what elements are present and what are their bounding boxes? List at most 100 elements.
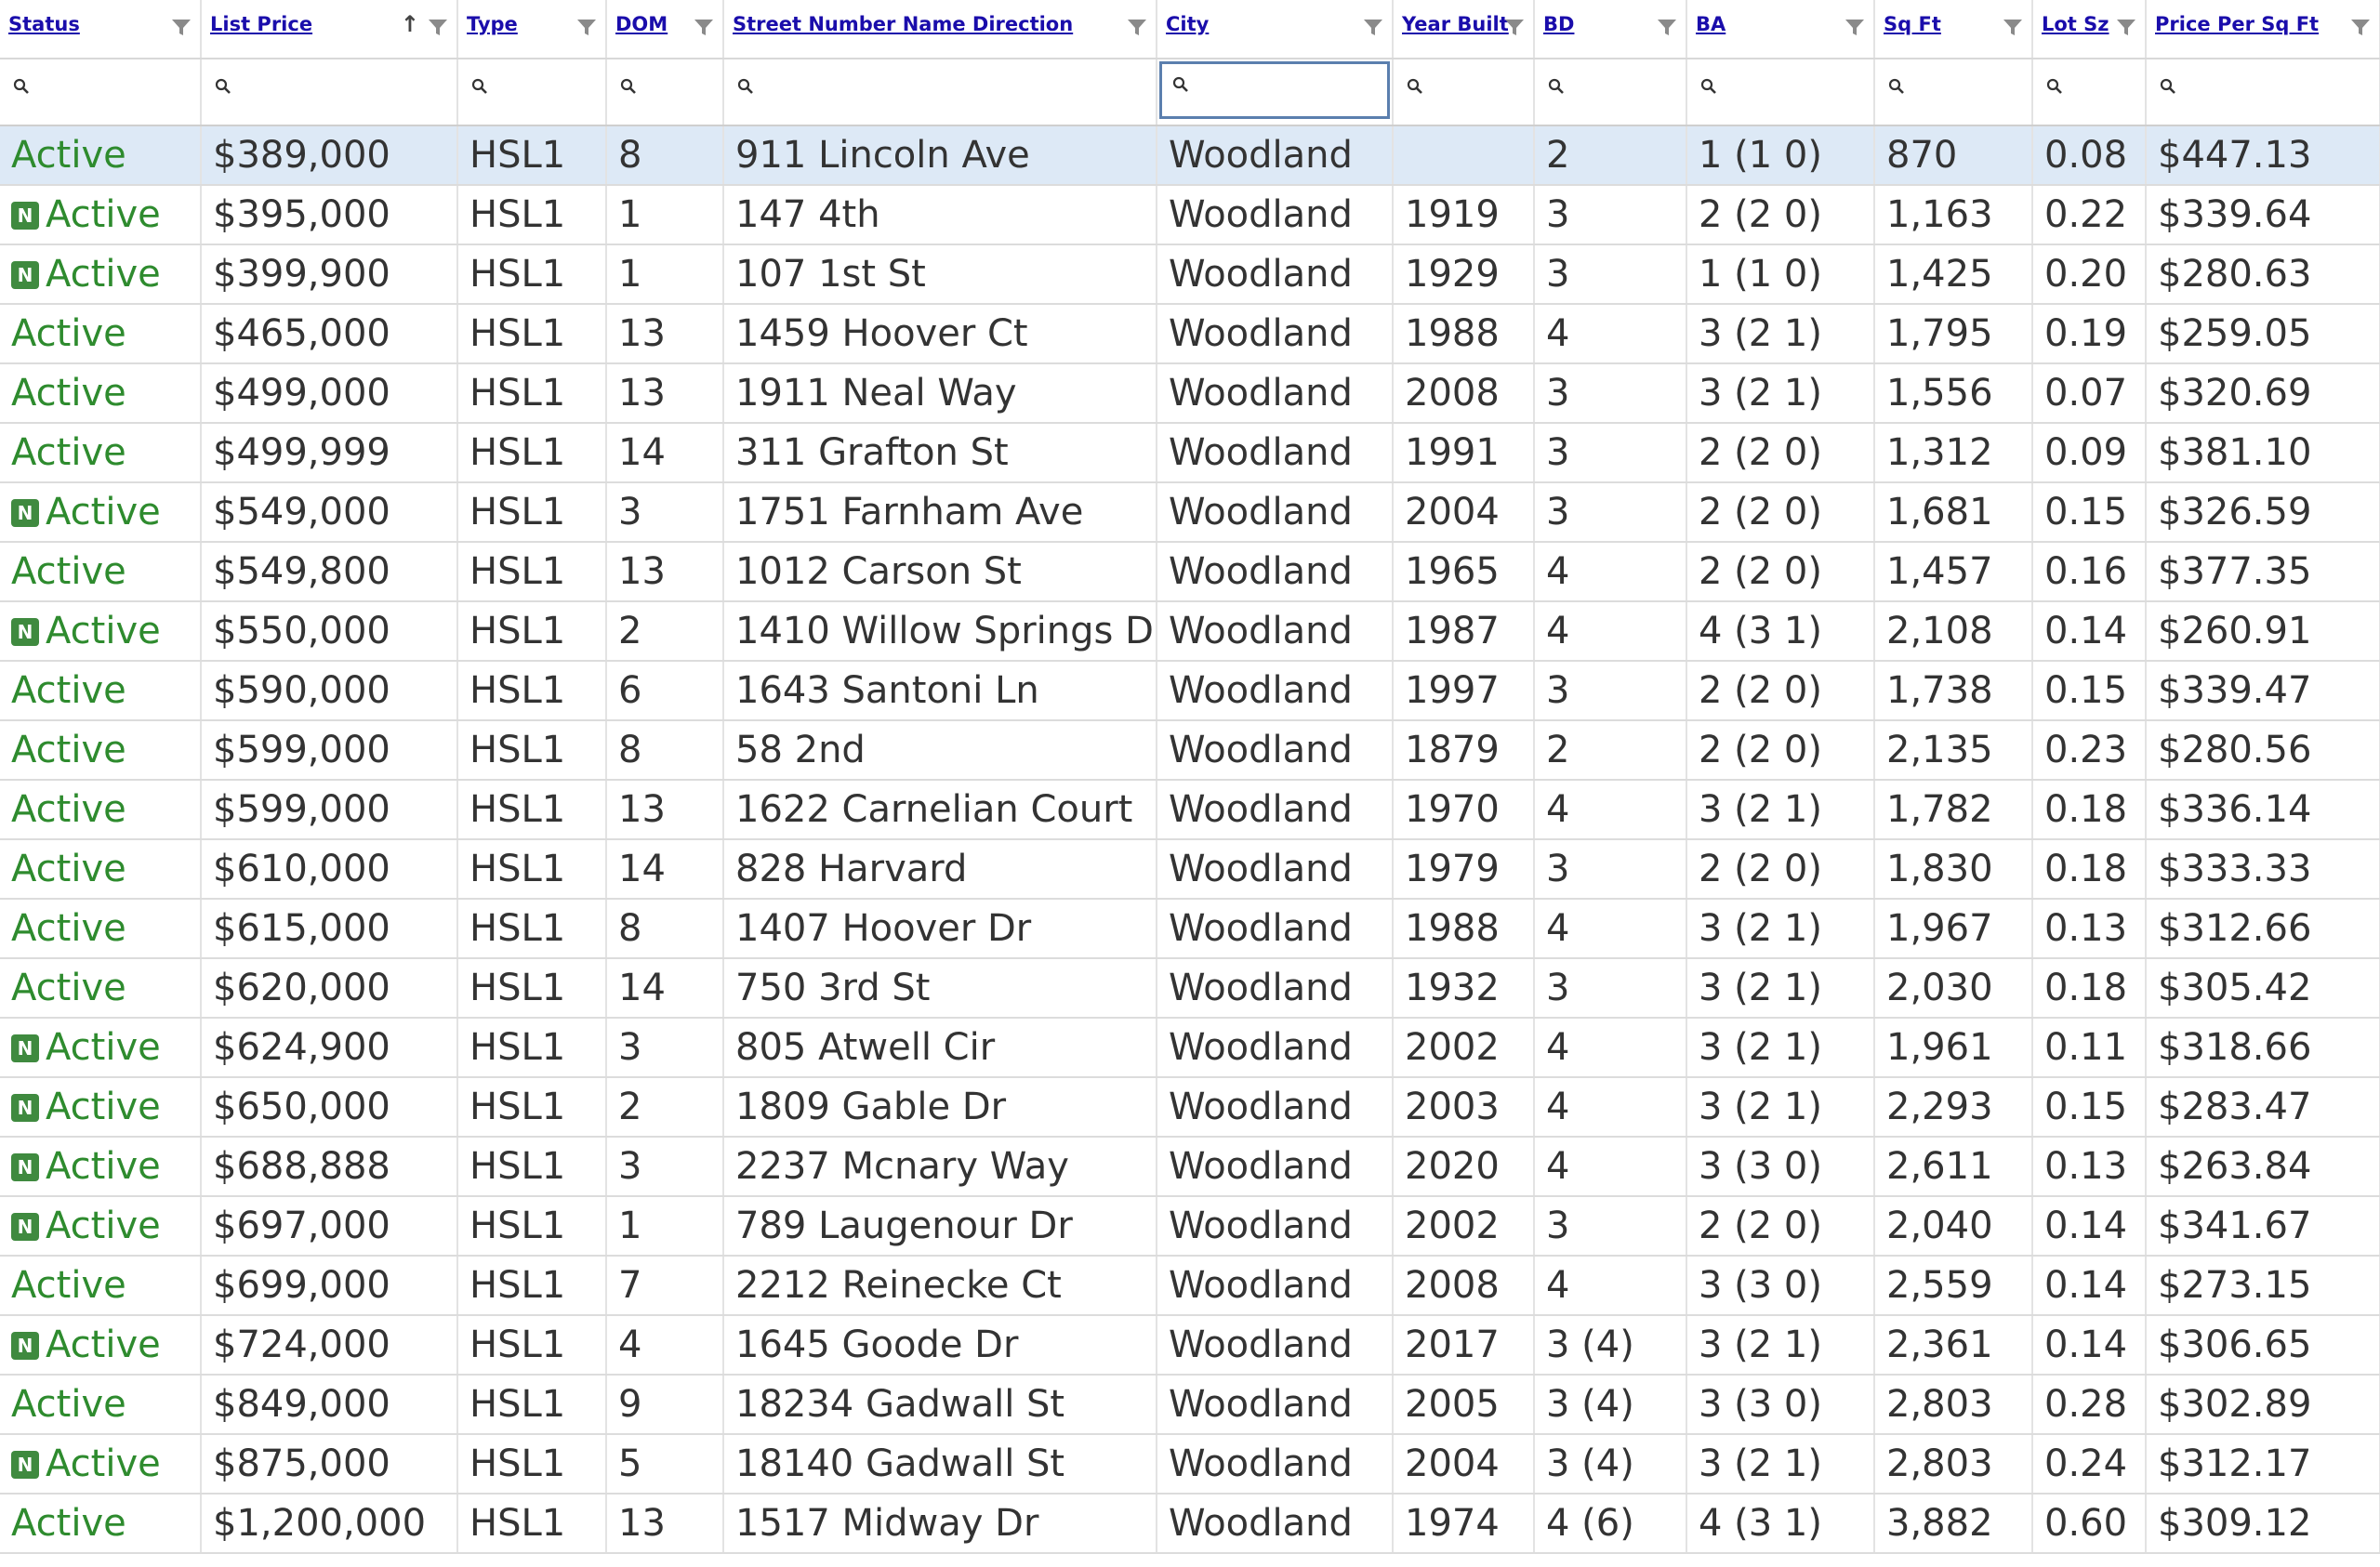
- search-input-sqft[interactable]: [1875, 59, 2030, 124]
- column-header-lot[interactable]: Lot Sz: [2032, 0, 2147, 59]
- search-input-status[interactable]: [0, 59, 199, 124]
- search-input-dom[interactable]: [607, 59, 721, 124]
- table-row[interactable]: N Active $875,000 HSL1 5 18140 Gadwall St Wood…: [0, 1434, 2380, 1495]
- column-header-ba[interactable]: BA: [1686, 0, 1875, 59]
- cell-price: $624,900: [201, 1018, 458, 1078]
- filter-icon[interactable]: [1127, 19, 1147, 37]
- cell-status: N Active: [0, 1018, 202, 1078]
- table-row[interactable]: N Active $549,000 HSL1 3 1751 Farnham Ave Wood…: [0, 482, 2380, 543]
- column-header-label[interactable]: BD: [1543, 13, 1574, 35]
- table-row[interactable]: Active $615,000 HSL1 8 1407 Hoover Dr Woodlan…: [0, 899, 2380, 959]
- column-header-label[interactable]: Lot Sz: [2042, 13, 2109, 35]
- cell-ppsf: $259.05: [2146, 304, 2380, 364]
- table-row[interactable]: Active $599,000 HSL1 13 1622 Carnelian Court…: [0, 780, 2380, 840]
- new-listing-badge: N: [11, 202, 39, 230]
- column-header-dom[interactable]: DOM: [606, 0, 724, 59]
- table-row[interactable]: N Active $688,888 HSL1 3 2237 Mcnary Way Woodl…: [0, 1137, 2380, 1197]
- column-header-label[interactable]: BA: [1696, 13, 1726, 35]
- filter-icon[interactable]: [2003, 19, 2023, 37]
- table-row[interactable]: Active $389,000 HSL1 8 911 Lincoln Ave Woodla…: [0, 125, 2380, 186]
- search-input-ba[interactable]: [1687, 59, 1872, 124]
- column-header-price[interactable]: List Price ↑: [201, 0, 458, 59]
- table-row[interactable]: Active $620,000 HSL1 14 750 3rd St Woodland 19…: [0, 958, 2380, 1019]
- column-header-street[interactable]: Street Number Name Direction: [723, 0, 1157, 59]
- cell-type: HSL1: [457, 720, 607, 781]
- status-text: Active: [11, 907, 126, 950]
- cell-price: $599,000: [201, 720, 458, 781]
- column-header-label[interactable]: List Price: [210, 13, 312, 35]
- cell-lot: 0.07: [2032, 363, 2147, 424]
- cell-status: Active: [0, 304, 202, 364]
- status-text: Active: [11, 372, 126, 415]
- table-row[interactable]: Active $849,000 HSL1 9 18234 Gadwall St Woodl…: [0, 1375, 2380, 1435]
- filter-icon[interactable]: [2350, 19, 2371, 37]
- table-row[interactable]: Active $599,000 HSL1 8 58 2nd Woodland 1879 2 2 …: [0, 720, 2380, 781]
- column-header-label[interactable]: Sq Ft: [1884, 13, 1941, 35]
- filter-icon[interactable]: [2116, 19, 2136, 37]
- column-header-label[interactable]: Year Built: [1402, 13, 1509, 35]
- table-row[interactable]: Active $465,000 HSL1 13 1459 Hoover Ct Woodla…: [0, 304, 2380, 364]
- table-row[interactable]: Active $549,800 HSL1 13 1012 Carson St Woodla…: [0, 542, 2380, 602]
- table-row[interactable]: Active $499,999 HSL1 14 311 Grafton St Woodla…: [0, 423, 2380, 483]
- table-row[interactable]: Active $590,000 HSL1 6 1643 Santoni Ln Woodla…: [0, 661, 2380, 721]
- table-row[interactable]: N Active $724,000 HSL1 4 1645 Goode Dr Woodlan…: [0, 1315, 2380, 1376]
- table-row[interactable]: Active $699,000 HSL1 7 2212 Reinecke Ct Woodl…: [0, 1256, 2380, 1316]
- cell-ppsf: $447.13: [2146, 125, 2380, 186]
- column-header-label[interactable]: Status: [8, 13, 80, 35]
- cell-sqft: 1,967: [1874, 899, 2033, 959]
- cell-bd: 3 (4): [1534, 1375, 1687, 1435]
- column-header-sqft[interactable]: Sq Ft: [1874, 0, 2033, 59]
- search-input-bd[interactable]: [1535, 59, 1685, 124]
- table-row[interactable]: N Active $395,000 HSL1 1 147 4th Woodland 1919 3…: [0, 185, 2380, 245]
- table-row[interactable]: N Active $399,900 HSL1 1 107 1st St Woodland 19…: [0, 244, 2380, 305]
- column-header-ppsf[interactable]: Price Per Sq Ft: [2146, 0, 2380, 59]
- cell-lot: 0.13: [2032, 1137, 2147, 1197]
- column-header-label[interactable]: DOM: [615, 13, 668, 35]
- cell-city: Woodland: [1157, 1077, 1394, 1138]
- filter-icon[interactable]: [576, 19, 597, 37]
- status-text: Active: [11, 431, 126, 474]
- cell-type: HSL1: [457, 839, 607, 900]
- filter-icon[interactable]: [171, 19, 192, 37]
- column-header-city[interactable]: City: [1157, 0, 1394, 59]
- column-header-year[interactable]: Year Built: [1393, 0, 1535, 59]
- column-header-label[interactable]: Type: [467, 13, 518, 35]
- search-input-city[interactable]: [1159, 61, 1390, 119]
- cell-type: HSL1: [457, 1434, 607, 1495]
- table-row[interactable]: N Active $550,000 HSL1 2 1410 Willow Springs …: [0, 601, 2380, 662]
- table-row[interactable]: Active $1,200,000 HSL1 13 1517 Midway Dr Wood…: [0, 1494, 2380, 1554]
- filter-icon[interactable]: [428, 19, 448, 37]
- filter-icon[interactable]: [1504, 19, 1525, 37]
- search-row: [0, 59, 2380, 126]
- column-header-status[interactable]: Status: [0, 0, 202, 59]
- cell-lot: 0.14: [2032, 601, 2147, 662]
- table-row[interactable]: Active $610,000 HSL1 14 828 Harvard Woodland 1…: [0, 839, 2380, 900]
- filter-icon[interactable]: [694, 19, 714, 37]
- table-row[interactable]: Active $499,000 HSL1 13 1911 Neal Way Woodlan…: [0, 363, 2380, 424]
- column-header-label[interactable]: Street Number Name Direction: [733, 13, 1073, 35]
- cell-price: $599,000: [201, 780, 458, 840]
- filter-icon[interactable]: [1657, 19, 1677, 37]
- column-header-bd[interactable]: BD: [1534, 0, 1687, 59]
- search-input-price[interactable]: [202, 59, 456, 124]
- cell-bd: 3: [1534, 423, 1687, 483]
- cell-city: Woodland: [1157, 1196, 1394, 1257]
- cell-city: Woodland: [1157, 1256, 1394, 1316]
- search-input-lot[interactable]: [2033, 59, 2144, 124]
- column-header-type[interactable]: Type: [457, 0, 607, 59]
- cell-ba: 4 (3 1): [1686, 1494, 1875, 1554]
- search-input-type[interactable]: [458, 59, 604, 124]
- table-row[interactable]: N Active $697,000 HSL1 1 789 Laugenour Dr Wood…: [0, 1196, 2380, 1257]
- status-text: Active: [46, 1323, 161, 1366]
- filter-icon[interactable]: [1363, 19, 1383, 37]
- table-row[interactable]: N Active $624,900 HSL1 3 805 Atwell Cir Woodla…: [0, 1018, 2380, 1078]
- table-row[interactable]: N Active $650,000 HSL1 2 1809 Gable Dr Woodlan…: [0, 1077, 2380, 1138]
- filter-icon[interactable]: [1844, 19, 1865, 37]
- search-input-street[interactable]: [724, 59, 1155, 124]
- status-text: Active: [11, 788, 126, 831]
- search-input-year[interactable]: [1394, 59, 1532, 124]
- sort-ascending-icon[interactable]: ↑: [401, 13, 419, 35]
- column-header-label[interactable]: City: [1166, 13, 1209, 35]
- search-input-ppsf[interactable]: [2147, 59, 2378, 124]
- column-header-label[interactable]: Price Per Sq Ft: [2155, 13, 2319, 35]
